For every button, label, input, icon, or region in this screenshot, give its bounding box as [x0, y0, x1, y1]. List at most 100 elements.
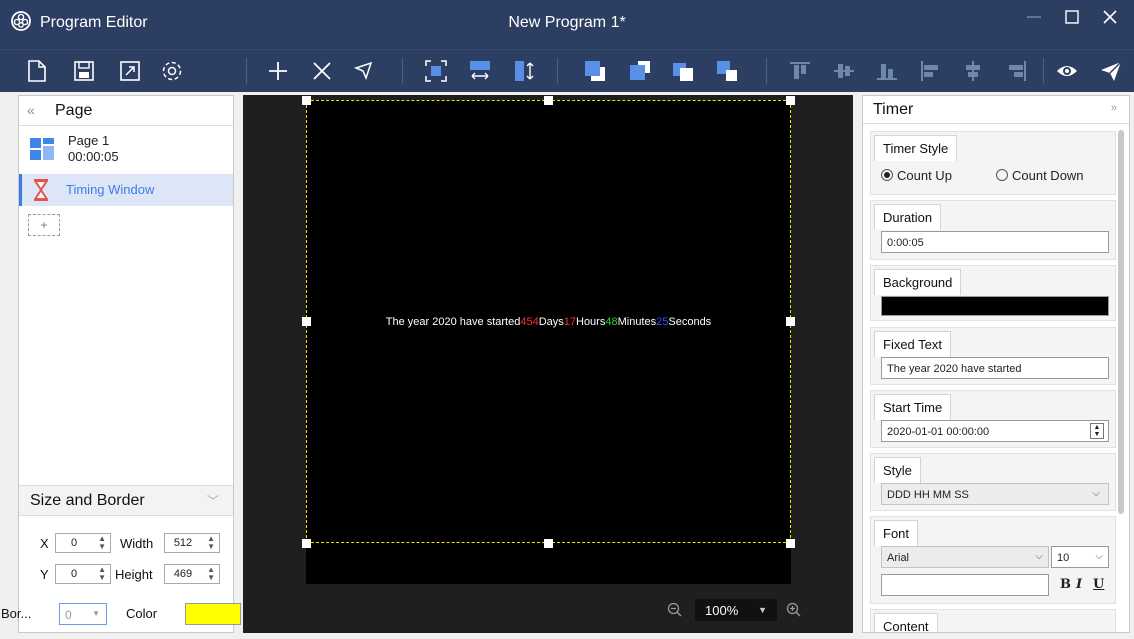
height-label: Height: [115, 567, 153, 582]
spin-arrows-icon[interactable]: ▲ ▼: [207, 566, 215, 582]
zoom-in-icon[interactable]: [786, 602, 802, 618]
select-button[interactable]: [349, 56, 379, 86]
fixed-text-tab: Fixed Text: [874, 331, 952, 357]
scrollbar[interactable]: [1118, 130, 1124, 514]
days-value: 454: [520, 316, 539, 328]
timer-panel-title: Timer: [873, 101, 914, 118]
add-icon: [269, 62, 287, 80]
align-hcenter-button[interactable]: [958, 56, 988, 86]
background-color-swatch[interactable]: [881, 296, 1109, 316]
timer-panel: Timer » Timer Style Count Up Count Down …: [862, 95, 1130, 633]
resize-handle[interactable]: [786, 96, 795, 105]
timer-panel-header: Timer »: [863, 96, 1129, 124]
bring-forward-button[interactable]: [625, 56, 655, 86]
border-color-swatch[interactable]: [185, 603, 241, 625]
page-name: Page 1: [68, 133, 110, 148]
content-tab: Content: [874, 613, 938, 632]
font-tab: Font: [874, 520, 919, 546]
spin-arrows-icon[interactable]: ▲ ▼: [207, 535, 215, 551]
datetime-spin-icon[interactable]: ▲ ▼: [1090, 423, 1104, 439]
preview-button[interactable]: [1052, 56, 1082, 86]
page-list-item[interactable]: Page 1 00:00:05: [19, 132, 233, 170]
resize-handle[interactable]: [302, 539, 311, 548]
send-backward-button[interactable]: [668, 56, 698, 86]
bring-to-front-button[interactable]: [580, 56, 610, 86]
duration-value: 0:00:05: [887, 237, 924, 249]
maximize-button[interactable]: [1052, 2, 1092, 32]
minimize-button[interactable]: [1014, 2, 1054, 32]
horizontal-fit-icon: [470, 61, 490, 80]
align-top-button[interactable]: [785, 56, 815, 86]
chevron-down-icon: ▼: [92, 609, 100, 618]
save-button[interactable]: [69, 56, 99, 86]
fit-screen-button[interactable]: [421, 56, 451, 86]
size-border-header[interactable]: Size and Border ﹀: [19, 486, 233, 516]
send-button[interactable]: [1096, 56, 1126, 86]
italic-button[interactable]: I: [1076, 577, 1082, 592]
add-page-button[interactable]: +: [28, 214, 60, 236]
underline-button[interactable]: U: [1093, 577, 1104, 592]
y-label: Y: [40, 567, 49, 582]
y-input[interactable]: 0 ▲ ▼: [55, 564, 111, 584]
bring-forward-icon: [630, 61, 650, 80]
timing-window-item[interactable]: Timing Window: [19, 174, 233, 206]
x-input[interactable]: 0 ▲ ▼: [55, 533, 111, 553]
title-bar: Program Editor New Program 1*: [0, 0, 1134, 49]
align-right-button[interactable]: [1002, 56, 1032, 86]
toolbar-separator: [766, 58, 767, 84]
new-button[interactable]: [22, 56, 52, 86]
resize-handle[interactable]: [544, 96, 553, 105]
zoom-out-icon[interactable]: [667, 602, 683, 618]
collapse-panel-button[interactable]: »: [1111, 102, 1117, 114]
align-right-icon: [1009, 61, 1026, 81]
resize-handle[interactable]: [786, 539, 795, 548]
page-panel-title: Page: [55, 102, 93, 119]
settings-button[interactable]: [157, 56, 187, 86]
close-button[interactable]: [1090, 2, 1130, 32]
spin-arrows-icon[interactable]: ▲ ▼: [98, 535, 106, 551]
align-left-icon: [921, 61, 938, 81]
delete-button[interactable]: [307, 56, 337, 86]
start-time-input[interactable]: 2020-01-01 00:00:00 ▲ ▼: [881, 420, 1109, 442]
resize-handle[interactable]: [302, 96, 311, 105]
days-label: Days: [538, 316, 564, 328]
close-icon: [1103, 10, 1117, 24]
count-up-radio[interactable]: Count Up: [881, 168, 952, 183]
align-vcenter-button[interactable]: [829, 56, 859, 86]
zoom-select[interactable]: 100% ▼: [695, 599, 777, 621]
timer-display-text: The year 2020 have started454Days17Hours…: [306, 316, 791, 328]
collapse-panel-button[interactable]: «: [27, 102, 35, 118]
duration-group: Duration 0:00:05: [870, 200, 1116, 260]
resize-handle[interactable]: [544, 539, 553, 548]
font-size-select[interactable]: 10 ⌵: [1051, 546, 1109, 568]
count-down-radio[interactable]: Count Down: [996, 168, 1084, 183]
width-input[interactable]: 512 ▲ ▼: [164, 533, 220, 553]
bold-button[interactable]: B: [1060, 577, 1071, 592]
style-select[interactable]: DDD HH MM SS ⌵: [881, 483, 1109, 505]
font-family-value: Arial: [887, 552, 910, 564]
spin-arrows-icon[interactable]: ▲ ▼: [98, 566, 106, 582]
border-select[interactable]: 0 ▼: [59, 603, 107, 625]
vertical-fit-button[interactable]: [510, 56, 540, 86]
start-time-value: 2020-01-01 00:00:00: [887, 426, 990, 438]
add-button[interactable]: [263, 56, 293, 86]
send-to-back-button[interactable]: [712, 56, 742, 86]
fixed-text-input[interactable]: The year 2020 have started: [881, 357, 1109, 379]
toolbar-separator: [1043, 58, 1044, 84]
horizontal-fit-button[interactable]: [465, 56, 495, 86]
font-color-field[interactable]: [881, 574, 1049, 596]
radio-unselected-icon: [996, 169, 1008, 181]
vertical-fit-icon: [515, 61, 534, 81]
hours-label: Hours: [576, 316, 606, 328]
height-input[interactable]: 469 ▲ ▼: [164, 564, 220, 584]
hourglass-icon: [34, 179, 48, 201]
duration-input[interactable]: 0:00:05: [881, 231, 1109, 253]
save-icon: [74, 61, 94, 81]
align-left-button[interactable]: [915, 56, 945, 86]
preview-icon: [1057, 66, 1077, 76]
align-bottom-button[interactable]: [872, 56, 902, 86]
font-family-select[interactable]: Arial ⌵: [881, 546, 1049, 568]
toolbar-separator: [557, 58, 558, 84]
expand-button[interactable]: [115, 56, 145, 86]
send-to-back-icon: [717, 61, 737, 81]
